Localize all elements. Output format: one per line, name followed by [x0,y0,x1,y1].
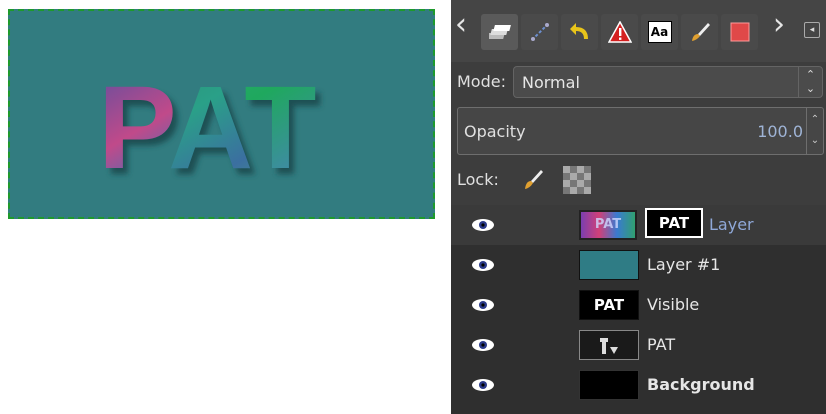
paths-icon [530,23,549,41]
canvas-artwork: PAT PAT [98,62,321,200]
layer-name[interactable]: Background [647,375,755,394]
tab-menu-icon[interactable]: ◂ [804,22,820,38]
text-layer-icon [600,338,618,354]
fonts-tab[interactable]: Aa [641,14,678,50]
layer-name[interactable]: Layer [709,215,754,234]
patterns-tab[interactable] [721,14,758,50]
layer-row-background[interactable]: Background [451,365,826,405]
lock-row: Lock: [451,160,826,200]
opacity-scale[interactable]: Opacity 100.0 ⌃ ⌄ [457,107,824,155]
layers-tab[interactable] [481,14,518,50]
lock-pixels-icon[interactable] [521,168,545,192]
layers-list: PAT PAT Layer Layer #1 PAT Visible PAT B… [451,205,826,414]
layer-row-visible[interactable]: PAT Visible [451,285,826,325]
undo-history-tab[interactable] [561,14,598,50]
brushes-tab[interactable] [681,14,718,50]
layer-thumbnail[interactable] [579,250,639,280]
layer-thumbnail[interactable]: PAT [579,290,639,320]
layer-name[interactable]: Layer #1 [647,255,720,274]
undo-history-icon [569,23,588,39]
tab-scroll-left-icon[interactable]: ‹ [455,10,467,40]
opacity-label: Opacity [464,122,526,141]
layer-row-layer[interactable]: PAT PAT Layer [451,205,826,245]
pattern-icon [730,22,749,42]
warning-icon [607,21,632,43]
layers-dock: ‹ Aa › ◂ Mode: Normal ⌃ ⌄ Opacity 100.0 … [451,0,826,414]
layer-thumbnail[interactable]: PAT [579,210,637,240]
visibility-eye-icon[interactable] [471,257,495,273]
canvas-text: PAT [98,62,317,194]
warning-tab[interactable] [601,14,638,50]
layer-row-pat[interactable]: PAT [451,325,826,365]
mode-value: Normal [522,73,580,92]
paths-tab[interactable] [521,14,558,50]
lock-alpha-icon[interactable] [563,166,591,194]
layer-thumbnail[interactable] [579,370,639,400]
layer-thumbnail[interactable] [579,330,639,360]
tab-scroll-right-icon[interactable]: › [773,10,785,40]
layer-name[interactable]: PAT [647,335,675,354]
layers-icon [488,25,511,39]
visibility-eye-icon[interactable] [471,297,495,313]
visibility-eye-icon[interactable] [471,337,495,353]
layer-name[interactable]: Visible [647,295,699,314]
brush-icon [691,23,710,41]
layer-mask-thumbnail[interactable]: PAT [645,208,703,238]
layer-thumbnail-text: PAT [594,217,622,232]
image-canvas[interactable]: PAT PAT [8,9,435,219]
layer-row-layer-1[interactable]: Layer #1 [451,245,826,285]
visibility-eye-icon[interactable] [471,377,495,393]
opacity-value[interactable]: 100.0 [757,122,803,141]
visibility-eye-icon[interactable] [471,217,495,233]
opacity-spin-icon[interactable]: ⌃ ⌄ [806,108,823,154]
mode-label: Mode: [457,72,506,91]
fonts-icon: Aa [647,21,672,43]
lock-label: Lock: [457,170,499,189]
mode-select-arrows-icon[interactable]: ⌃ ⌄ [798,67,822,97]
dock-tab-bar: ‹ Aa › ◂ [451,0,826,62]
mode-select[interactable]: Normal ⌃ ⌄ [513,66,823,98]
